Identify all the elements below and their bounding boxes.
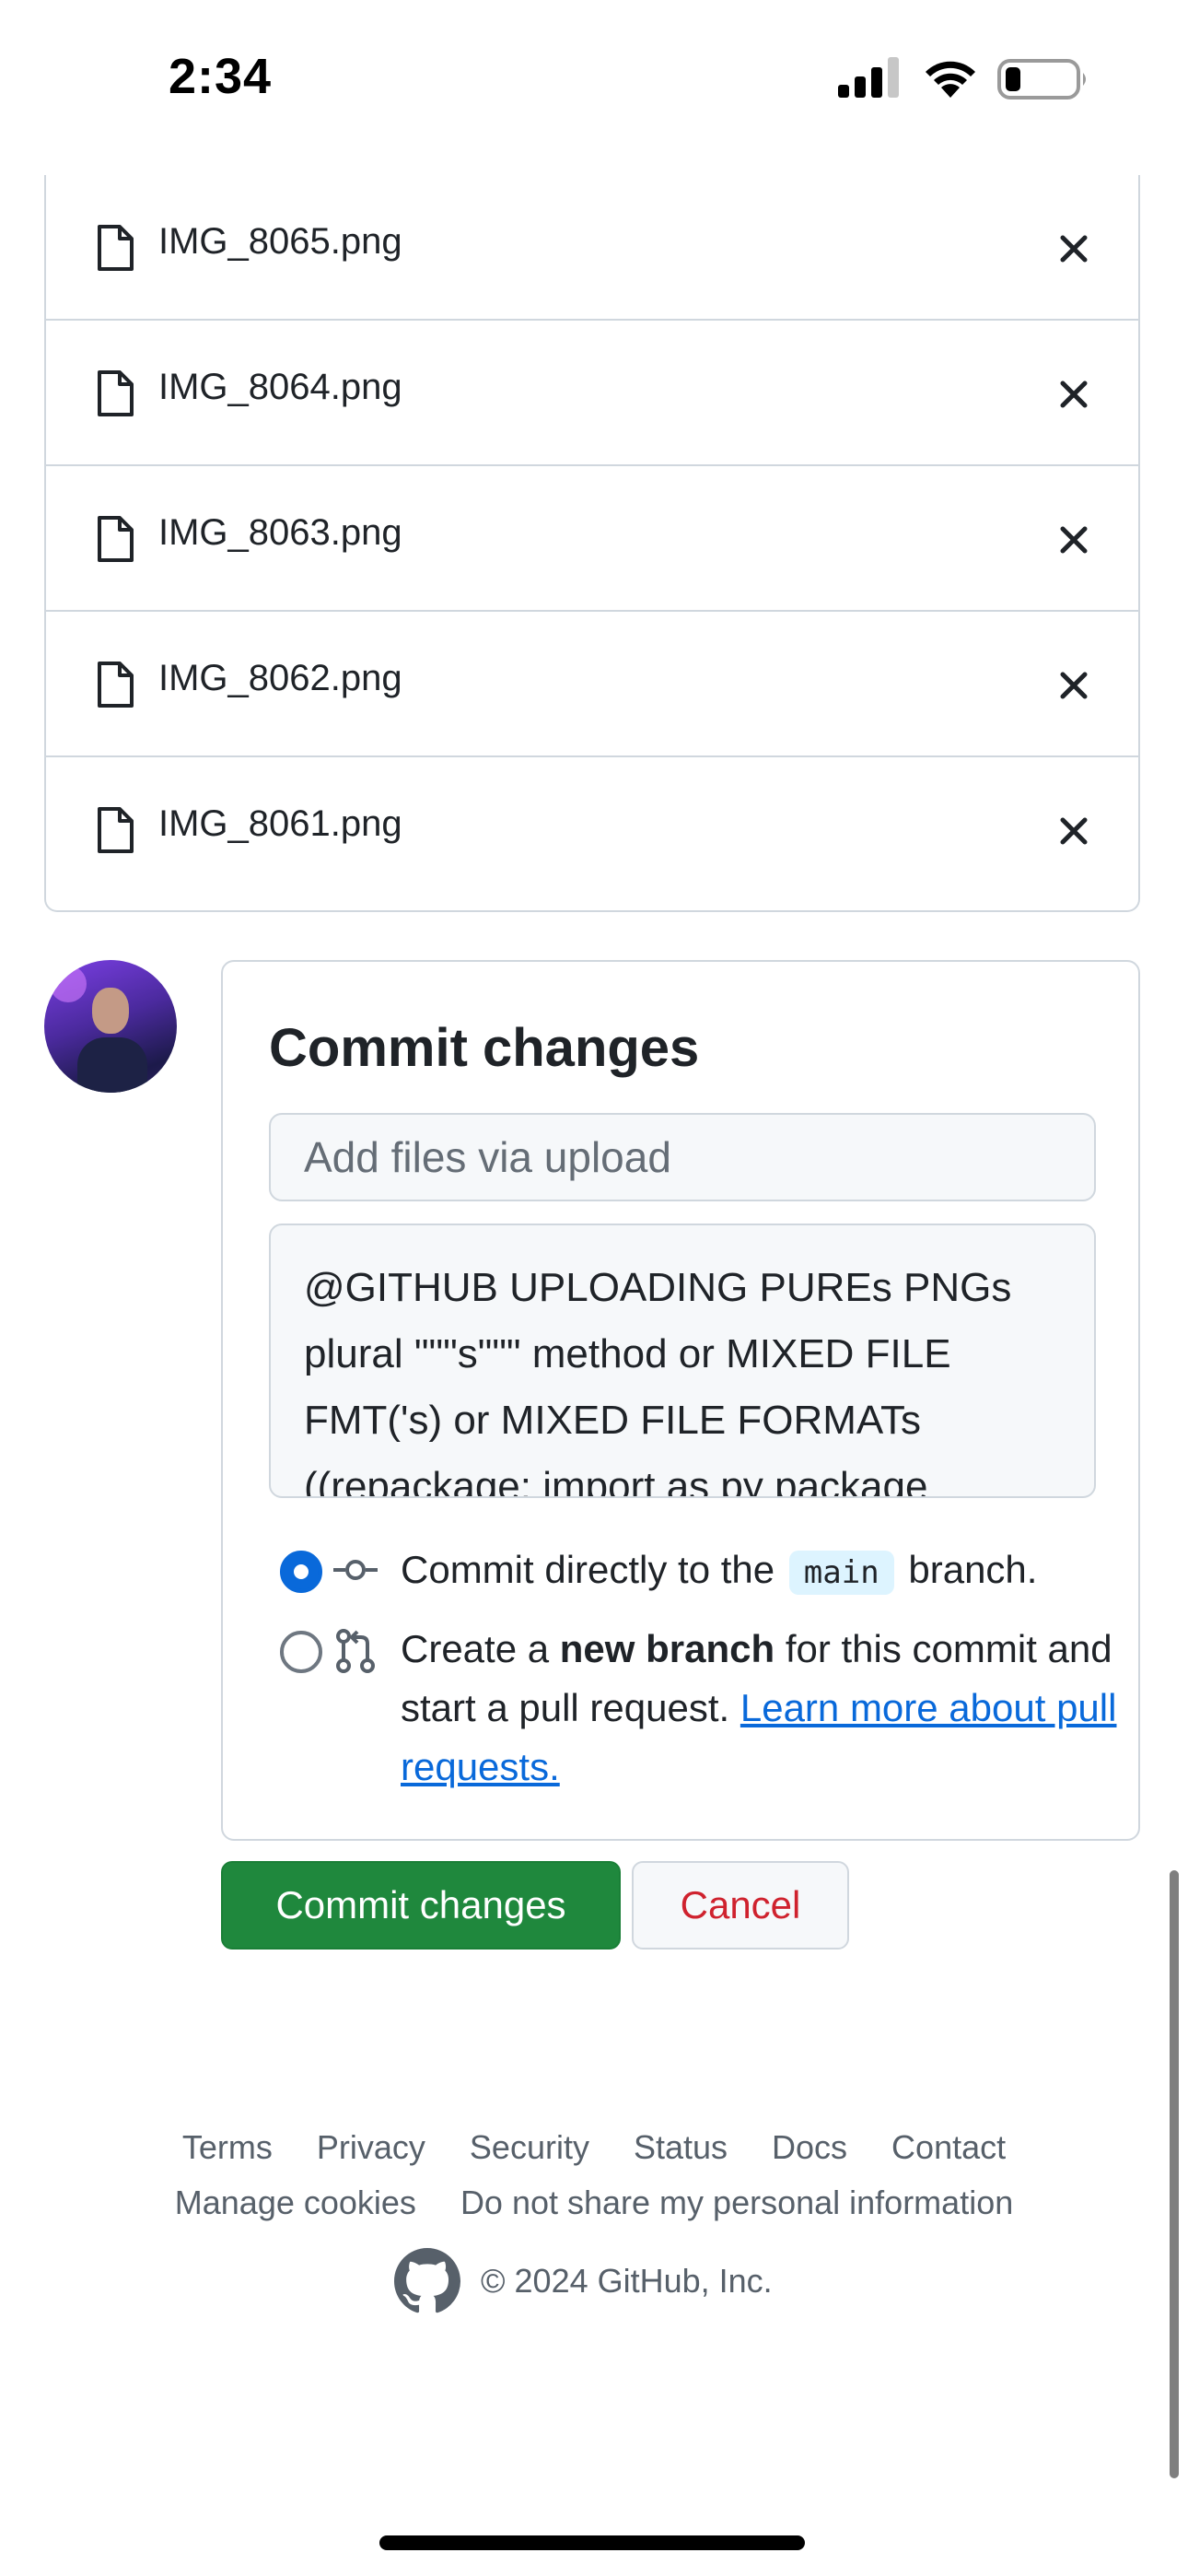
- remove-file-icon[interactable]: [1055, 521, 1092, 558]
- new-branch-radio[interactable]: [280, 1631, 322, 1673]
- github-logo-icon[interactable]: [394, 2248, 460, 2314]
- file-row: IMG_8064.png: [46, 321, 1138, 466]
- new-branch-label: Create a new branch for this commit and …: [401, 1620, 1137, 1797]
- commit-changes-button[interactable]: Commit changes: [221, 1861, 621, 1950]
- commit-description-textarea[interactable]: [269, 1224, 1096, 1498]
- remove-file-icon[interactable]: [1055, 230, 1092, 267]
- git-pull-request-icon: [336, 1629, 375, 1673]
- remove-file-icon[interactable]: [1055, 813, 1092, 849]
- battery-icon: [997, 59, 1086, 100]
- file-name: IMG_8065.png: [158, 221, 402, 262]
- footer-link-do-not-share[interactable]: Do not share my personal information: [460, 2184, 1013, 2222]
- file-icon: [98, 370, 134, 416]
- new-branch-bold: new branch: [559, 1627, 775, 1670]
- commit-changes-panel: Commit changes Commit directly to the ma…: [221, 960, 1140, 1841]
- uploaded-file-list: IMG_8065.png IMG_8064.png IMG_8063.png I…: [44, 175, 1140, 912]
- new-branch-text: Create a: [401, 1627, 550, 1670]
- scrollbar[interactable]: [1170, 1870, 1179, 2478]
- avatar-background-light: [50, 966, 87, 1002]
- cancel-button[interactable]: Cancel: [632, 1861, 849, 1950]
- file-row: IMG_8065.png: [46, 175, 1138, 321]
- file-row: IMG_8062.png: [46, 612, 1138, 757]
- file-row: IMG_8061.png: [46, 757, 1138, 903]
- footer-link-docs[interactable]: Docs: [772, 2128, 847, 2167]
- copyright-text: © 2024 GitHub, Inc.: [481, 2262, 773, 2300]
- file-name: IMG_8063.png: [158, 512, 402, 553]
- file-name: IMG_8062.png: [158, 658, 402, 698]
- avatar[interactable]: [44, 960, 177, 1093]
- footer-links: Terms Privacy Security Status Docs Conta…: [0, 2128, 1188, 2239]
- avatar-head: [92, 988, 129, 1034]
- git-commit-icon: [333, 1560, 378, 1580]
- footer-row-2: Manage cookies Do not share my personal …: [0, 2184, 1188, 2222]
- commit-title: Commit changes: [269, 1018, 700, 1078]
- file-icon: [98, 662, 134, 708]
- wifi-icon: [926, 61, 975, 98]
- file-name: IMG_8061.png: [158, 803, 402, 844]
- home-indicator[interactable]: [379, 2535, 805, 2550]
- footer-link-manage-cookies[interactable]: Manage cookies: [175, 2184, 416, 2222]
- footer-link-security[interactable]: Security: [470, 2128, 589, 2167]
- cellular-signal-icon: [838, 57, 899, 98]
- footer-copyright: © 2024 GitHub, Inc.: [394, 2248, 773, 2314]
- footer-link-contact[interactable]: Contact: [891, 2128, 1006, 2167]
- file-icon: [98, 516, 134, 562]
- file-icon: [98, 225, 134, 271]
- remove-file-icon[interactable]: [1055, 376, 1092, 413]
- commit-directly-suffix: branch.: [908, 1548, 1038, 1591]
- footer-link-terms[interactable]: Terms: [182, 2128, 273, 2167]
- avatar-body: [77, 1037, 147, 1093]
- commit-directly-label: Commit directly to the main branch.: [401, 1540, 1037, 1602]
- file-name: IMG_8064.png: [158, 367, 402, 407]
- remove-file-icon[interactable]: [1055, 667, 1092, 704]
- footer-link-status[interactable]: Status: [634, 2128, 728, 2167]
- status-time: 2:34: [169, 49, 273, 104]
- file-icon: [98, 807, 134, 853]
- branch-name: main: [788, 1551, 894, 1595]
- file-row: IMG_8063.png: [46, 466, 1138, 612]
- commit-summary-input[interactable]: [269, 1113, 1096, 1201]
- commit-directly-radio[interactable]: [280, 1551, 322, 1593]
- footer-row-1: Terms Privacy Security Status Docs Conta…: [0, 2128, 1188, 2167]
- commit-directly-text: Commit directly to the: [401, 1548, 775, 1591]
- page: 2:34 IMG_8065.png IMG_8064.png IMG_8063.…: [0, 0, 1188, 2576]
- footer-link-privacy[interactable]: Privacy: [317, 2128, 425, 2167]
